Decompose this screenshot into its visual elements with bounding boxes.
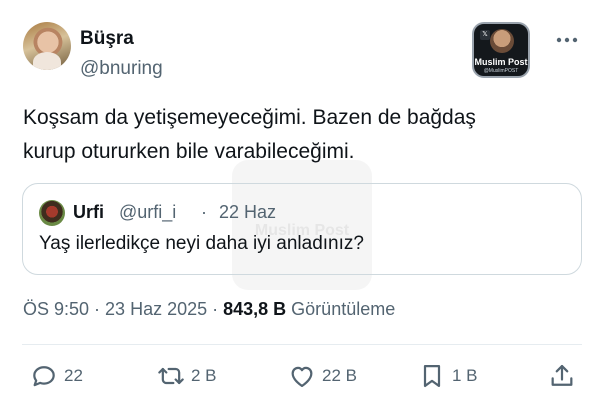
tweet-time[interactable]: ÖS 9:50 [23,299,89,319]
badge-photo [490,29,514,53]
bookmark-icon [423,364,441,388]
tweet-card: Muslim Post Büşra @bnuring 𝕏 Muslim Post… [0,0,600,409]
tweet-text-line-1: Koşsam da yetişemeyeceğimi. Bazen de bağ… [23,106,476,129]
bookmark-button[interactable]: 1 B [418,361,478,391]
like-count: 22 B [322,366,357,385]
more-options-icon[interactable] [556,36,578,44]
share-button[interactable] [548,361,576,391]
reply-icon [33,366,55,387]
views-label: Görüntüleme [286,299,396,319]
repost-count: 2 B [191,366,217,385]
tweet-date[interactable]: 23 Haz 2025 [105,299,207,319]
quoted-tweet[interactable]: Urfi @urfi_i · 22 Haz Yaş ilerledikçe ne… [22,183,582,275]
reply-button[interactable]: 22 [30,361,83,391]
meta-separator: · [89,299,106,319]
badge-subtitle: @MuslimPOST [483,68,519,74]
views-count: 843,8 B [223,299,287,319]
quote-author-avatar [39,200,65,226]
quote-author-name: Urfi [73,202,104,222]
tweet-text: Koşsam da yetişemeyeceğimi. Bazen de bağ… [23,101,583,169]
repost-icon [158,367,184,385]
quote-date: 22 Haz [219,202,277,222]
tweet-meta: ÖS 9:50 · 23 Haz 2025 · 843,8 B Görüntül… [23,299,395,320]
badge-title: Muslim Post [474,57,528,67]
muslim-post-badge: 𝕏 Muslim Post @MuslimPOST [472,22,530,78]
quote-author-handle: @urfi_i [119,202,177,222]
like-button[interactable]: 22 B [288,361,357,391]
author-name[interactable]: Büşra [80,28,134,50]
reply-count: 22 [64,366,83,385]
x-logo-icon: 𝕏 [480,30,490,40]
quote-separator: · [201,202,207,222]
tweet-text-line-2: kurup otururken bile varabileceğimi. [23,140,355,163]
author-avatar[interactable] [23,22,71,70]
repost-button[interactable]: 2 B [157,361,217,391]
quote-text: Yaş ilerledikçe neyi daha iyi anladınız? [39,233,364,254]
meta-separator: · [207,299,224,319]
divider [22,344,582,345]
heart-icon [291,366,313,388]
bookmark-count: 1 B [452,366,478,385]
author-handle[interactable]: @bnuring [80,58,163,80]
share-icon [551,364,573,386]
